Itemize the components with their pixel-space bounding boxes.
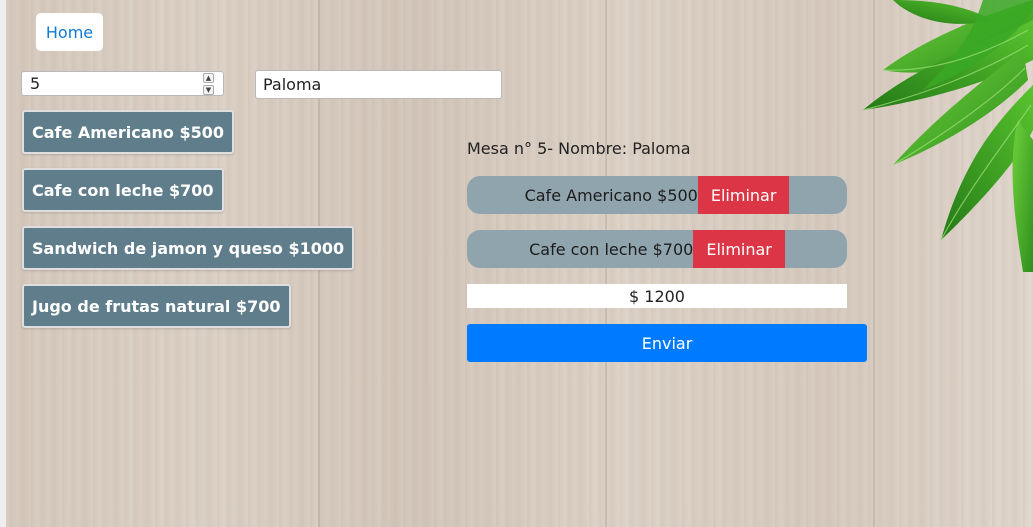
order-total: $ 1200 <box>467 284 847 308</box>
table-number-input[interactable] <box>30 74 200 93</box>
left-edge-strip <box>0 0 6 527</box>
chevron-up-icon[interactable]: ▲ <box>203 73 214 83</box>
product-button-jugo[interactable]: Jugo de frutas natural $700 <box>22 284 291 328</box>
customer-name-input[interactable] <box>255 70 502 99</box>
order-item: Cafe Americano $500 Eliminar <box>467 176 847 214</box>
leaves-decoration <box>862 0 1033 272</box>
remove-button[interactable]: Eliminar <box>693 230 785 268</box>
product-button-cafe-americano[interactable]: Cafe Americano $500 <box>22 110 234 154</box>
number-spinner[interactable]: ▲ ▼ <box>203 73 215 95</box>
home-link[interactable]: Home <box>36 13 103 51</box>
product-button-cafe-con-leche[interactable]: Cafe con leche $700 <box>22 168 224 212</box>
send-button[interactable]: Enviar <box>467 324 867 362</box>
chevron-down-icon[interactable]: ▼ <box>203 85 214 95</box>
table-number-field[interactable]: ▲ ▼ <box>21 71 224 96</box>
order-heading: Mesa n° 5- Nombre: Paloma <box>467 139 691 158</box>
order-item-label: Cafe Americano $500 <box>524 185 698 205</box>
product-button-sandwich[interactable]: Sandwich de jamon y queso $1000 <box>22 226 355 270</box>
order-item-label: Cafe con leche $700 <box>529 239 694 259</box>
order-item: Cafe con leche $700 Eliminar <box>467 230 847 268</box>
remove-button[interactable]: Eliminar <box>697 176 790 214</box>
